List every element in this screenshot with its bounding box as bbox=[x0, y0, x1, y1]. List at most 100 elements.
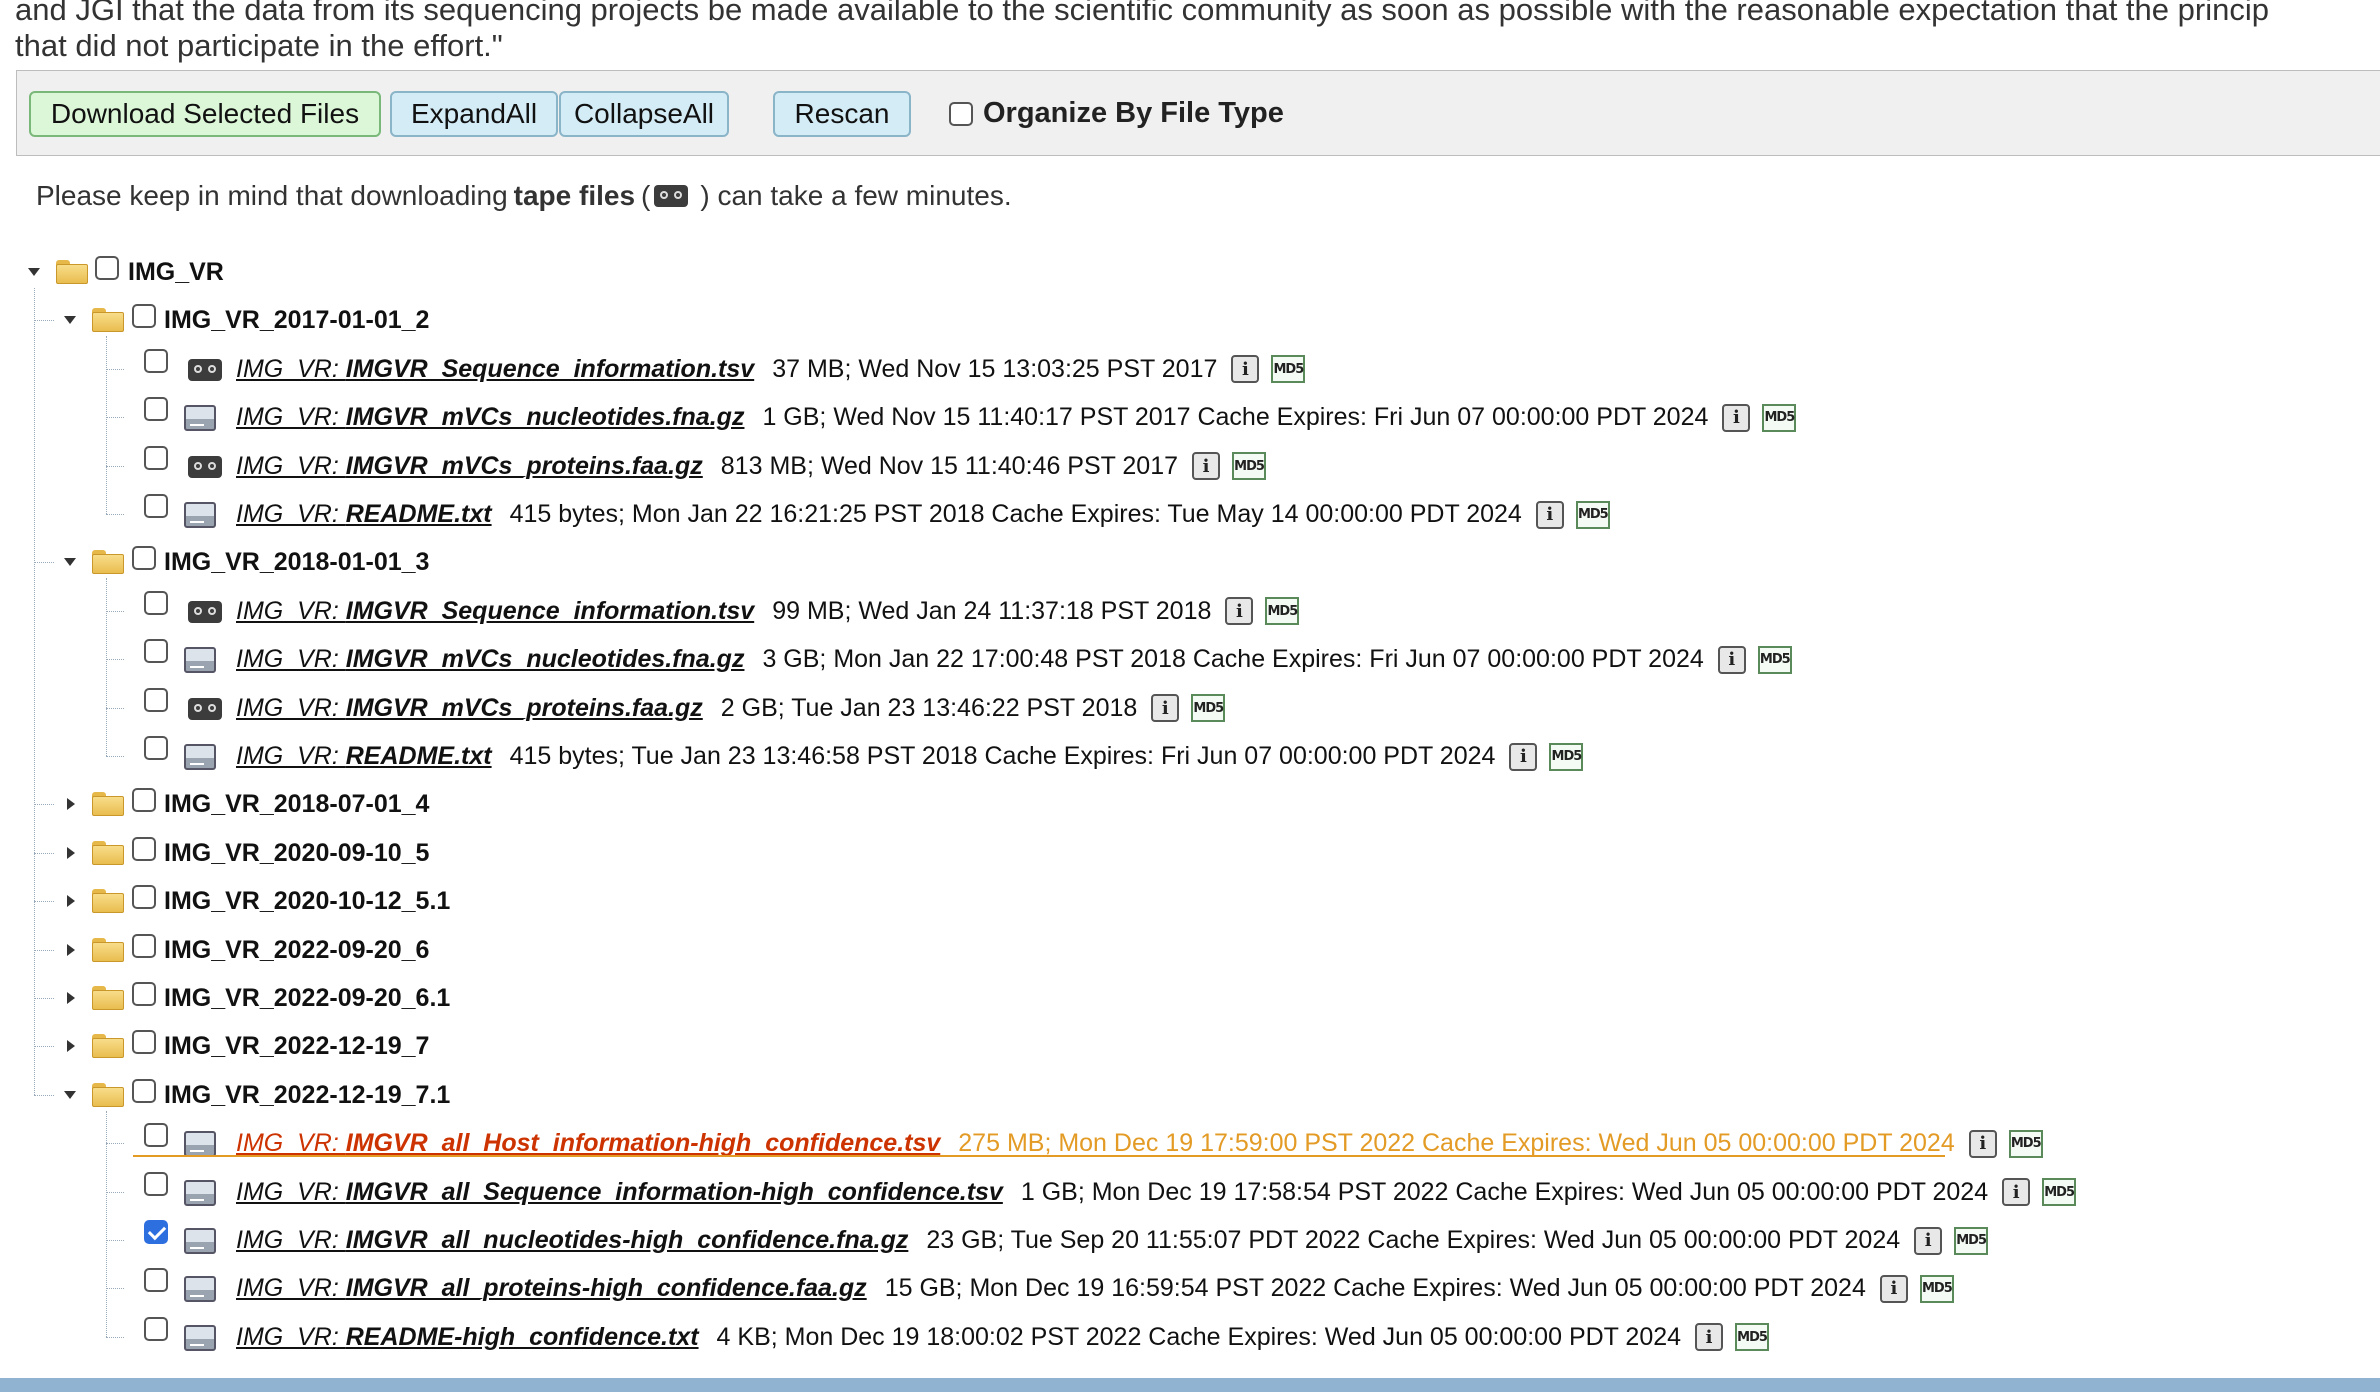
file-link[interactable]: IMG_VR: IMGVR_mVCs_nucleotides.fna.gz bbox=[236, 403, 744, 432]
file-checkbox[interactable] bbox=[144, 494, 168, 518]
file-checkbox[interactable] bbox=[144, 639, 168, 664]
info-icon[interactable]: i bbox=[1535, 500, 1564, 529]
folder-name[interactable]: IMG_VR_2020-09-10_5 bbox=[164, 839, 429, 868]
download-selected-files-button[interactable]: Download Selected Files bbox=[29, 91, 381, 137]
md5-icon[interactable]: MD5 bbox=[1271, 355, 1306, 384]
expand-toggle-icon[interactable] bbox=[67, 992, 75, 1004]
info-icon[interactable]: i bbox=[1717, 645, 1746, 674]
file-link[interactable]: IMG_VR: IMGVR_Sequence_information.tsv bbox=[236, 597, 754, 626]
folder-checkbox[interactable] bbox=[132, 546, 156, 571]
disk-icon bbox=[184, 1228, 216, 1254]
md5-icon[interactable]: MD5 bbox=[1735, 1323, 1770, 1352]
folder-checkbox[interactable] bbox=[132, 304, 156, 329]
info-icon[interactable]: i bbox=[1695, 1323, 1724, 1352]
expand-toggle-icon[interactable] bbox=[67, 846, 75, 859]
disk-icon bbox=[184, 502, 216, 528]
tree-connector bbox=[106, 1191, 124, 1193]
md5-icon[interactable]: MD5 bbox=[2008, 1129, 2043, 1158]
file-link[interactable]: IMG_VR: IMGVR_mVCs_proteins.faa.gz bbox=[236, 452, 703, 481]
expand-toggle-icon[interactable] bbox=[64, 558, 76, 567]
md5-icon[interactable]: MD5 bbox=[2042, 1178, 2077, 1207]
expand-toggle-icon[interactable] bbox=[64, 316, 76, 325]
folder-checkbox[interactable] bbox=[132, 982, 156, 1006]
folder-name[interactable]: IMG_VR_2018-07-01_4 bbox=[164, 790, 429, 819]
file-checkbox[interactable] bbox=[144, 348, 168, 373]
file-link[interactable]: IMG_VR: README.txt bbox=[236, 500, 492, 529]
file-prefix: IMG_VR: bbox=[236, 693, 346, 722]
md5-icon[interactable]: MD5 bbox=[1762, 403, 1797, 432]
file-checkbox[interactable] bbox=[144, 1268, 168, 1293]
folder-name[interactable]: IMG_VR_2017-01-01_2 bbox=[164, 306, 429, 335]
file-checkbox[interactable] bbox=[144, 397, 168, 422]
md5-icon[interactable]: MD5 bbox=[1549, 742, 1584, 771]
notice-text-after: ) can take a few minutes. bbox=[700, 180, 1012, 211]
md5-icon[interactable]: MD5 bbox=[1954, 1226, 1989, 1255]
file-checkbox[interactable] bbox=[144, 1316, 168, 1341]
file-link[interactable]: IMG_VR: IMGVR_mVCs_proteins.faa.gz bbox=[236, 694, 703, 723]
file-link[interactable]: IMG_VR: README-high_confidence.txt bbox=[236, 1323, 699, 1352]
file-link[interactable]: IMG_VR: IMGVR_all_nucleotides-high_confi… bbox=[236, 1226, 908, 1255]
file-link[interactable]: IMG_VR: IMGVR_Sequence_information.tsv bbox=[236, 355, 754, 384]
file-checkbox[interactable] bbox=[144, 1171, 168, 1196]
info-icon[interactable]: i bbox=[1151, 694, 1180, 723]
file-checkbox[interactable] bbox=[144, 687, 168, 712]
tree-connector bbox=[106, 514, 124, 515]
info-icon[interactable]: i bbox=[1968, 1129, 1997, 1158]
folder-checkbox[interactable] bbox=[132, 1030, 156, 1055]
file-link[interactable]: IMG_VR: IMGVR_mVCs_nucleotides.fna.gz bbox=[236, 645, 744, 674]
file-entry: IMG_VR: IMGVR_mVCs_nucleotides.fna.gz 3 … bbox=[236, 645, 1792, 674]
info-icon[interactable]: i bbox=[1509, 742, 1538, 771]
folder-name[interactable]: IMG_VR_2022-12-19_7.1 bbox=[164, 1081, 450, 1110]
file-checkbox[interactable] bbox=[144, 1220, 168, 1244]
collapse-all-button[interactable]: CollapseAll bbox=[559, 91, 729, 137]
tree-connector bbox=[34, 562, 54, 564]
rescan-button[interactable]: Rescan bbox=[773, 91, 911, 137]
expand-toggle-icon[interactable] bbox=[67, 798, 75, 811]
expand-toggle-icon[interactable] bbox=[67, 1040, 75, 1053]
folder-checkbox[interactable] bbox=[132, 885, 156, 910]
folder-name[interactable]: IMG_VR_2022-12-19_7 bbox=[164, 1032, 429, 1061]
folder-checkbox[interactable] bbox=[132, 836, 156, 861]
tree-connector bbox=[34, 901, 54, 903]
md5-icon[interactable]: MD5 bbox=[1232, 452, 1267, 481]
folder-name[interactable]: IMG_VR_2018-01-01_3 bbox=[164, 548, 429, 577]
organize-by-file-type-checkbox[interactable] bbox=[949, 101, 973, 126]
expand-toggle-icon[interactable] bbox=[28, 268, 40, 276]
file-link[interactable]: IMG_VR: README.txt bbox=[236, 742, 492, 771]
file-link[interactable]: IMG_VR: IMGVR_all_Sequence_information-h… bbox=[236, 1178, 1003, 1207]
md5-icon[interactable]: MD5 bbox=[1919, 1274, 1954, 1303]
file-link[interactable]: IMG_VR: IMGVR_all_proteins-high_confiden… bbox=[236, 1274, 867, 1303]
expand-toggle-icon[interactable] bbox=[64, 1090, 76, 1099]
md5-icon[interactable]: MD5 bbox=[1575, 500, 1610, 529]
folder-name[interactable]: IMG_VR_2022-09-20_6 bbox=[164, 936, 429, 965]
info-icon[interactable]: i bbox=[1225, 597, 1254, 626]
folder-checkbox[interactable] bbox=[132, 788, 156, 813]
file-link[interactable]: IMG_VR: IMGVR_all_Host_information-high_… bbox=[236, 1129, 940, 1158]
info-icon[interactable]: i bbox=[1879, 1274, 1908, 1303]
file-checkbox[interactable] bbox=[144, 445, 168, 470]
md5-icon[interactable]: MD5 bbox=[1265, 597, 1300, 626]
file-name: IMGVR_all_proteins-high_confidence.faa.g… bbox=[345, 1274, 867, 1303]
expand-toggle-icon[interactable] bbox=[67, 943, 75, 956]
file-entry: IMG_VR: IMGVR_mVCs_nucleotides.fna.gz 1 … bbox=[236, 403, 1797, 432]
info-icon[interactable]: i bbox=[1192, 452, 1221, 481]
folder-checkbox[interactable] bbox=[132, 933, 156, 958]
info-icon[interactable]: i bbox=[1722, 403, 1751, 432]
expand-toggle-icon[interactable] bbox=[67, 895, 75, 908]
info-icon[interactable]: i bbox=[1914, 1226, 1943, 1255]
disk-icon bbox=[184, 1276, 216, 1303]
file-prefix: IMG_VR: bbox=[236, 1177, 346, 1206]
file-checkbox[interactable] bbox=[144, 590, 168, 615]
folder-name[interactable]: IMG_VR_2022-09-20_6.1 bbox=[164, 984, 450, 1013]
intro-line-2: that did not participate in the effort." bbox=[15, 28, 503, 63]
expand-all-button[interactable]: ExpandAll bbox=[390, 91, 558, 137]
folder-name[interactable]: IMG_VR_2020-10-12_5.1 bbox=[164, 887, 450, 916]
info-icon[interactable]: i bbox=[1231, 355, 1260, 384]
file-checkbox[interactable] bbox=[144, 1123, 168, 1148]
md5-icon[interactable]: MD5 bbox=[1757, 645, 1792, 674]
md5-icon[interactable]: MD5 bbox=[1191, 694, 1226, 723]
file-checkbox[interactable] bbox=[144, 736, 168, 760]
folder-checkbox[interactable] bbox=[132, 1078, 156, 1103]
root-checkbox[interactable] bbox=[95, 256, 119, 280]
info-icon[interactable]: i bbox=[2002, 1178, 2031, 1207]
